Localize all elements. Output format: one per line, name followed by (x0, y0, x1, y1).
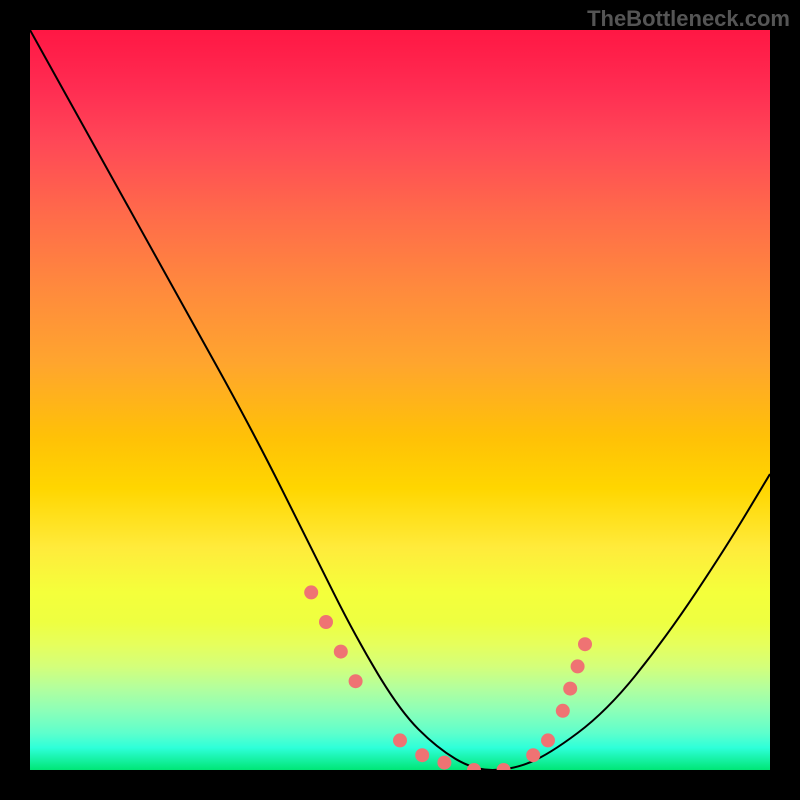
marker-dot (571, 659, 585, 673)
marker-dot (437, 756, 451, 770)
marker-dot (393, 733, 407, 747)
marker-dot (563, 682, 577, 696)
marker-dot (541, 733, 555, 747)
marker-dot (334, 645, 348, 659)
marker-dot (526, 748, 540, 762)
highlight-markers (304, 585, 592, 770)
bottleneck-chart (30, 30, 770, 770)
watermark-text: TheBottleneck.com (587, 6, 790, 32)
marker-dot (349, 674, 363, 688)
marker-dot (304, 585, 318, 599)
marker-dot (497, 763, 511, 770)
bottleneck-curve-line (30, 30, 770, 770)
marker-dot (415, 748, 429, 762)
marker-dot (467, 763, 481, 770)
marker-dot (319, 615, 333, 629)
marker-dot (556, 704, 570, 718)
marker-dot (578, 637, 592, 651)
